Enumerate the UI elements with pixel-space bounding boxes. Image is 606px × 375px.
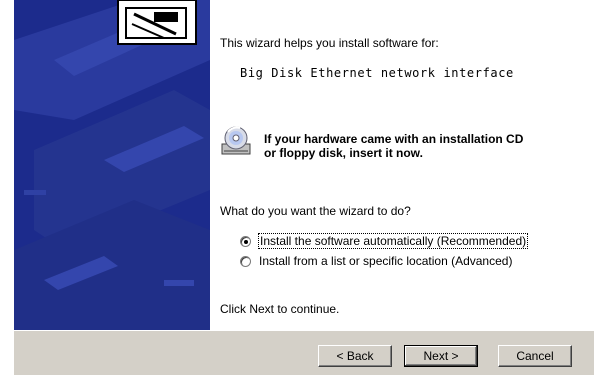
wizard-content: This wizard helps you install software f… [220, 0, 590, 330]
hardware-wizard-dialog: This wizard helps you install software f… [0, 0, 606, 375]
radio-install-from-list[interactable]: Install from a list or specific location… [240, 252, 512, 270]
hardware-card-icon [117, 0, 197, 45]
cd-prompt-line-1: If your hardware came with an installati… [264, 132, 524, 146]
cd-prompt: If your hardware came with an installati… [264, 132, 594, 160]
button-bar: < Back Next > Cancel [14, 330, 594, 375]
radio-button-unselected[interactable] [240, 255, 251, 267]
cd-prompt-line-2: or floppy disk, insert it now. [264, 146, 423, 160]
hardware-illustration [14, 0, 210, 330]
radio-label-automatic[interactable]: Install the software automatically (Reco… [257, 233, 529, 249]
radio-install-automatically[interactable]: Install the software automatically (Reco… [240, 232, 529, 250]
continue-hint: Click Next to continue. [220, 302, 340, 316]
back-button[interactable]: < Back [318, 345, 392, 367]
radio-button-selected[interactable] [240, 235, 251, 247]
intro-text: This wizard helps you install software f… [220, 36, 439, 50]
wizard-question: What do you want the wizard to do? [220, 204, 411, 218]
window-edge [594, 0, 606, 374]
cd-drive-icon [221, 126, 251, 155]
wizard-banner-panel [14, 0, 210, 330]
cancel-button[interactable]: Cancel [498, 345, 572, 367]
radio-label-advanced[interactable]: Install from a list or specific location… [259, 254, 512, 268]
device-name: Big Disk Ethernet network interface [240, 66, 514, 80]
next-button[interactable]: Next > [404, 345, 478, 367]
